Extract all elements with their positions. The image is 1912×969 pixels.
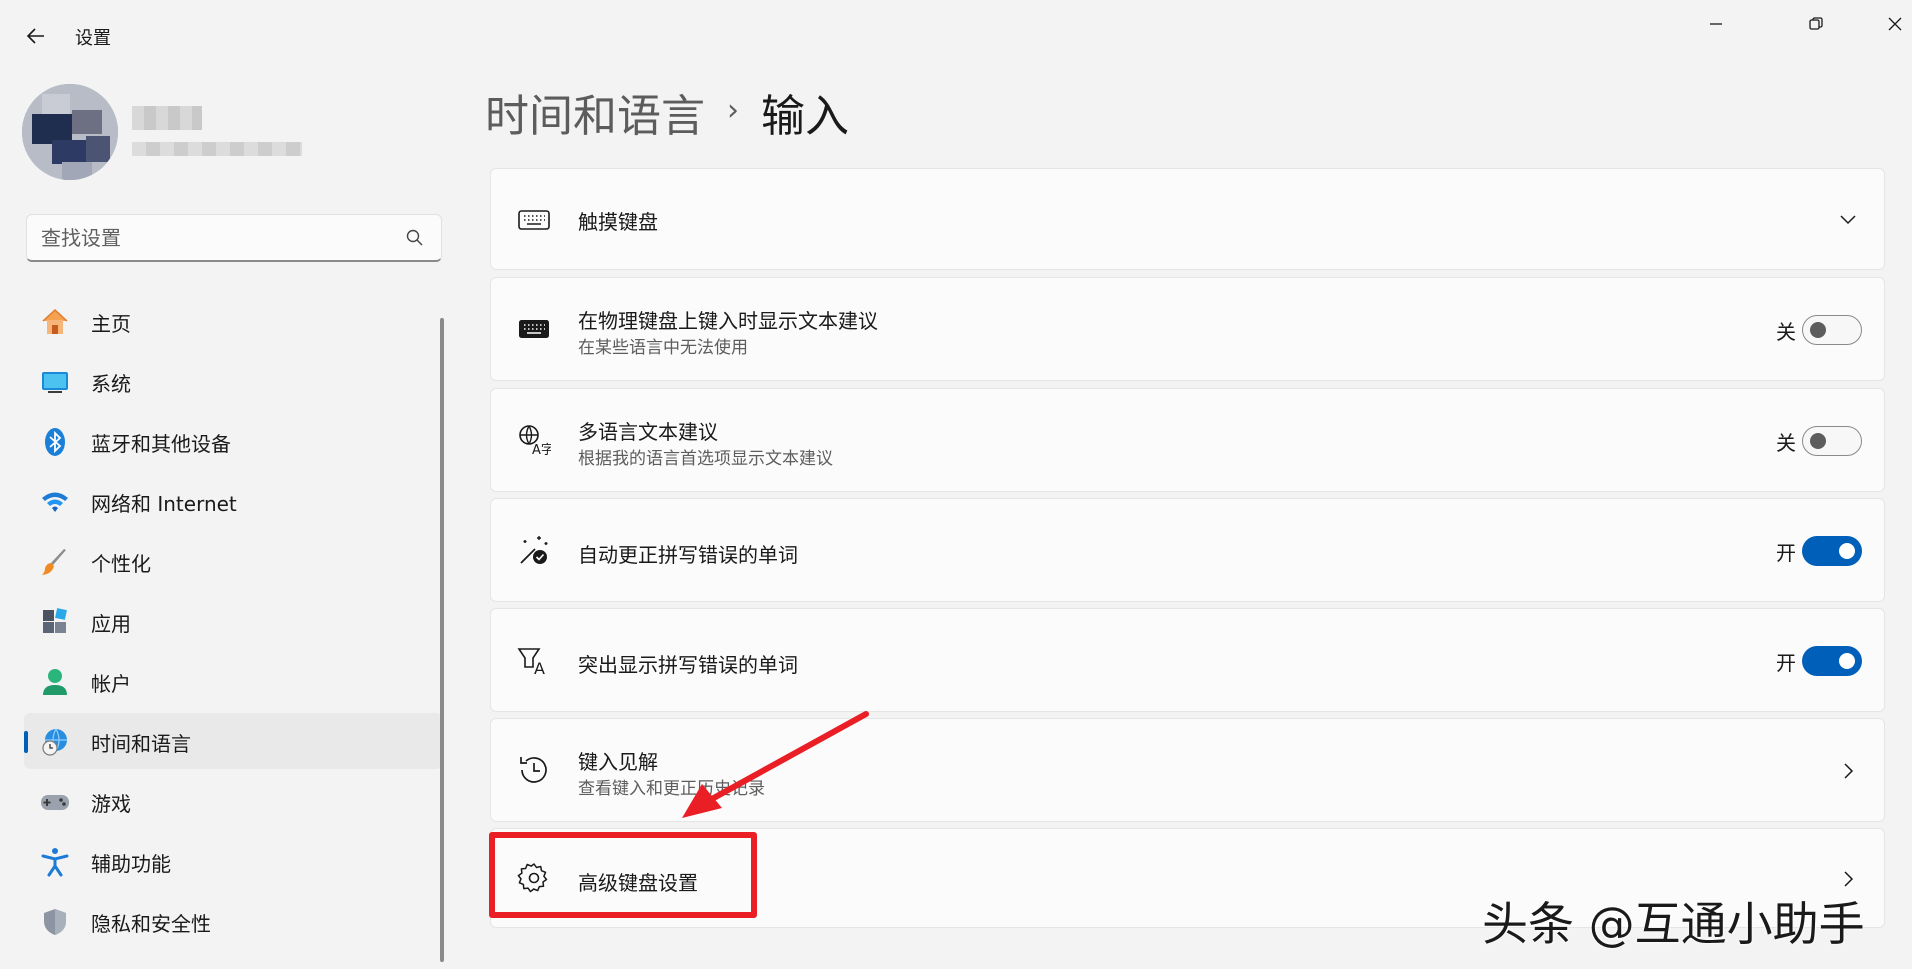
annotation-arrow xyxy=(682,711,869,818)
watermark: 头条 @互通小助手 xyxy=(1482,897,1865,951)
